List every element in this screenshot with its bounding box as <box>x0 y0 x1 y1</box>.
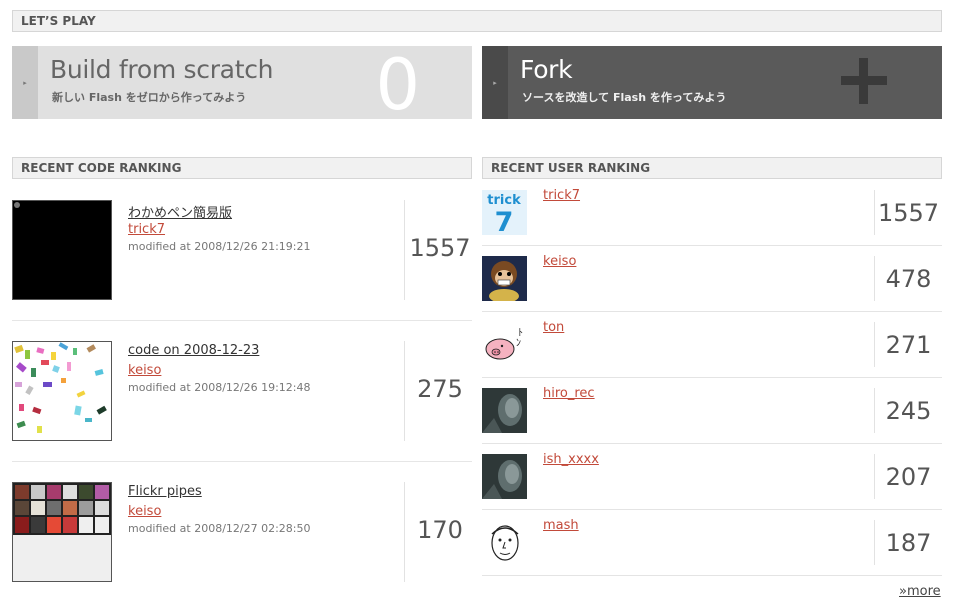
arrow-right-icon: ▸ <box>12 46 38 119</box>
scratch-subtitle: 新しい Flash をゼロから作ってみよう <box>52 91 247 104</box>
divider <box>12 461 472 462</box>
user-score: 478 <box>885 265 932 293</box>
avatar[interactable] <box>482 256 527 301</box>
code-ranking-heading: RECENT CODE RANKING <box>12 157 472 179</box>
lets-play-heading: LET’S PLAY <box>12 10 942 32</box>
avatar[interactable] <box>482 454 527 499</box>
code-modified-date: modified at 2008/12/26 21:19:21 <box>128 240 311 253</box>
code-thumbnail[interactable] <box>12 200 112 300</box>
code-title-link[interactable]: わかめペン簡易版 <box>128 202 232 221</box>
divider <box>12 320 472 321</box>
user-ranking-row: hiro_rec 245 <box>482 378 942 444</box>
code-ranking-row: Flickr pipes keiso modified at 2008/12/2… <box>12 482 472 600</box>
user-name-link[interactable]: ton <box>543 320 564 335</box>
svg-text:ﾝ: ﾝ <box>516 338 521 349</box>
divider <box>404 200 405 300</box>
avatar[interactable] <box>482 388 527 433</box>
code-modified-date: modified at 2008/12/27 02:28:50 <box>128 522 311 535</box>
fork-subtitle: ソースを改造して Flash を作ってみよう <box>522 91 727 104</box>
user-ranking-row: mash 187 <box>482 510 942 576</box>
arrow-right-icon: ▸ <box>482 46 508 119</box>
user-score: 207 <box>885 463 932 491</box>
code-title-link[interactable]: Flickr pipes <box>128 484 202 499</box>
user-name-link[interactable]: mash <box>543 518 579 533</box>
code-thumbnail[interactable] <box>12 482 112 582</box>
user-ranking-row: ish_xxxx 207 <box>482 444 942 510</box>
user-name-link[interactable]: keiso <box>543 254 576 269</box>
fork-button[interactable]: ▸ Fork ソースを改造して Flash を作ってみよう <box>482 46 942 119</box>
user-ranking-row: trick 7 trick7 1557 <box>482 180 942 246</box>
avatar-text: trick <box>487 193 521 208</box>
divider <box>404 482 405 582</box>
user-name-link[interactable]: ish_xxxx <box>543 452 599 467</box>
user-name-link[interactable]: hiro_rec <box>543 386 595 401</box>
user-ranking-row: ﾄ ﾝ ton 271 <box>482 312 942 378</box>
code-ranking-row: わかめペン簡易版 trick7 modified at 2008/12/26 2… <box>12 200 472 340</box>
more-link[interactable]: »more <box>899 584 941 599</box>
user-ranking-row: keiso 478 <box>482 246 942 312</box>
divider <box>482 575 942 576</box>
code-modified-date: modified at 2008/12/26 19:12:48 <box>128 381 311 394</box>
plus-icon <box>841 58 887 104</box>
user-ranking-heading: RECENT USER RANKING <box>482 157 942 179</box>
code-user-link[interactable]: keiso <box>128 504 161 519</box>
code-user-link[interactable]: keiso <box>128 363 161 378</box>
avatar[interactable]: trick 7 <box>482 190 527 235</box>
user-score: 187 <box>885 529 932 557</box>
avatar[interactable]: ﾄ ﾝ <box>482 322 527 367</box>
divider <box>404 341 405 441</box>
scratch-title: Build from scratch <box>50 55 274 84</box>
code-user-link[interactable]: trick7 <box>128 222 165 237</box>
user-name-link[interactable]: trick7 <box>543 188 580 203</box>
avatar-number: 7 <box>495 207 514 235</box>
scratch-count: 0 <box>375 46 420 119</box>
user-score: 245 <box>885 397 932 425</box>
code-title-link[interactable]: code on 2008-12-23 <box>128 343 259 358</box>
avatar[interactable] <box>482 520 527 565</box>
code-thumbnail[interactable] <box>12 341 112 441</box>
code-score: 1557 <box>409 234 471 262</box>
build-from-scratch-button[interactable]: ▸ Build from scratch 新しい Flash をゼロから作ってみ… <box>12 46 472 119</box>
code-score: 275 <box>417 375 463 403</box>
code-score: 170 <box>417 516 463 544</box>
user-score: 271 <box>885 331 932 359</box>
user-score: 1557 <box>877 199 940 227</box>
fork-title: Fork <box>520 55 573 84</box>
code-ranking-row: code on 2008-12-23 keiso modified at 200… <box>12 341 472 481</box>
